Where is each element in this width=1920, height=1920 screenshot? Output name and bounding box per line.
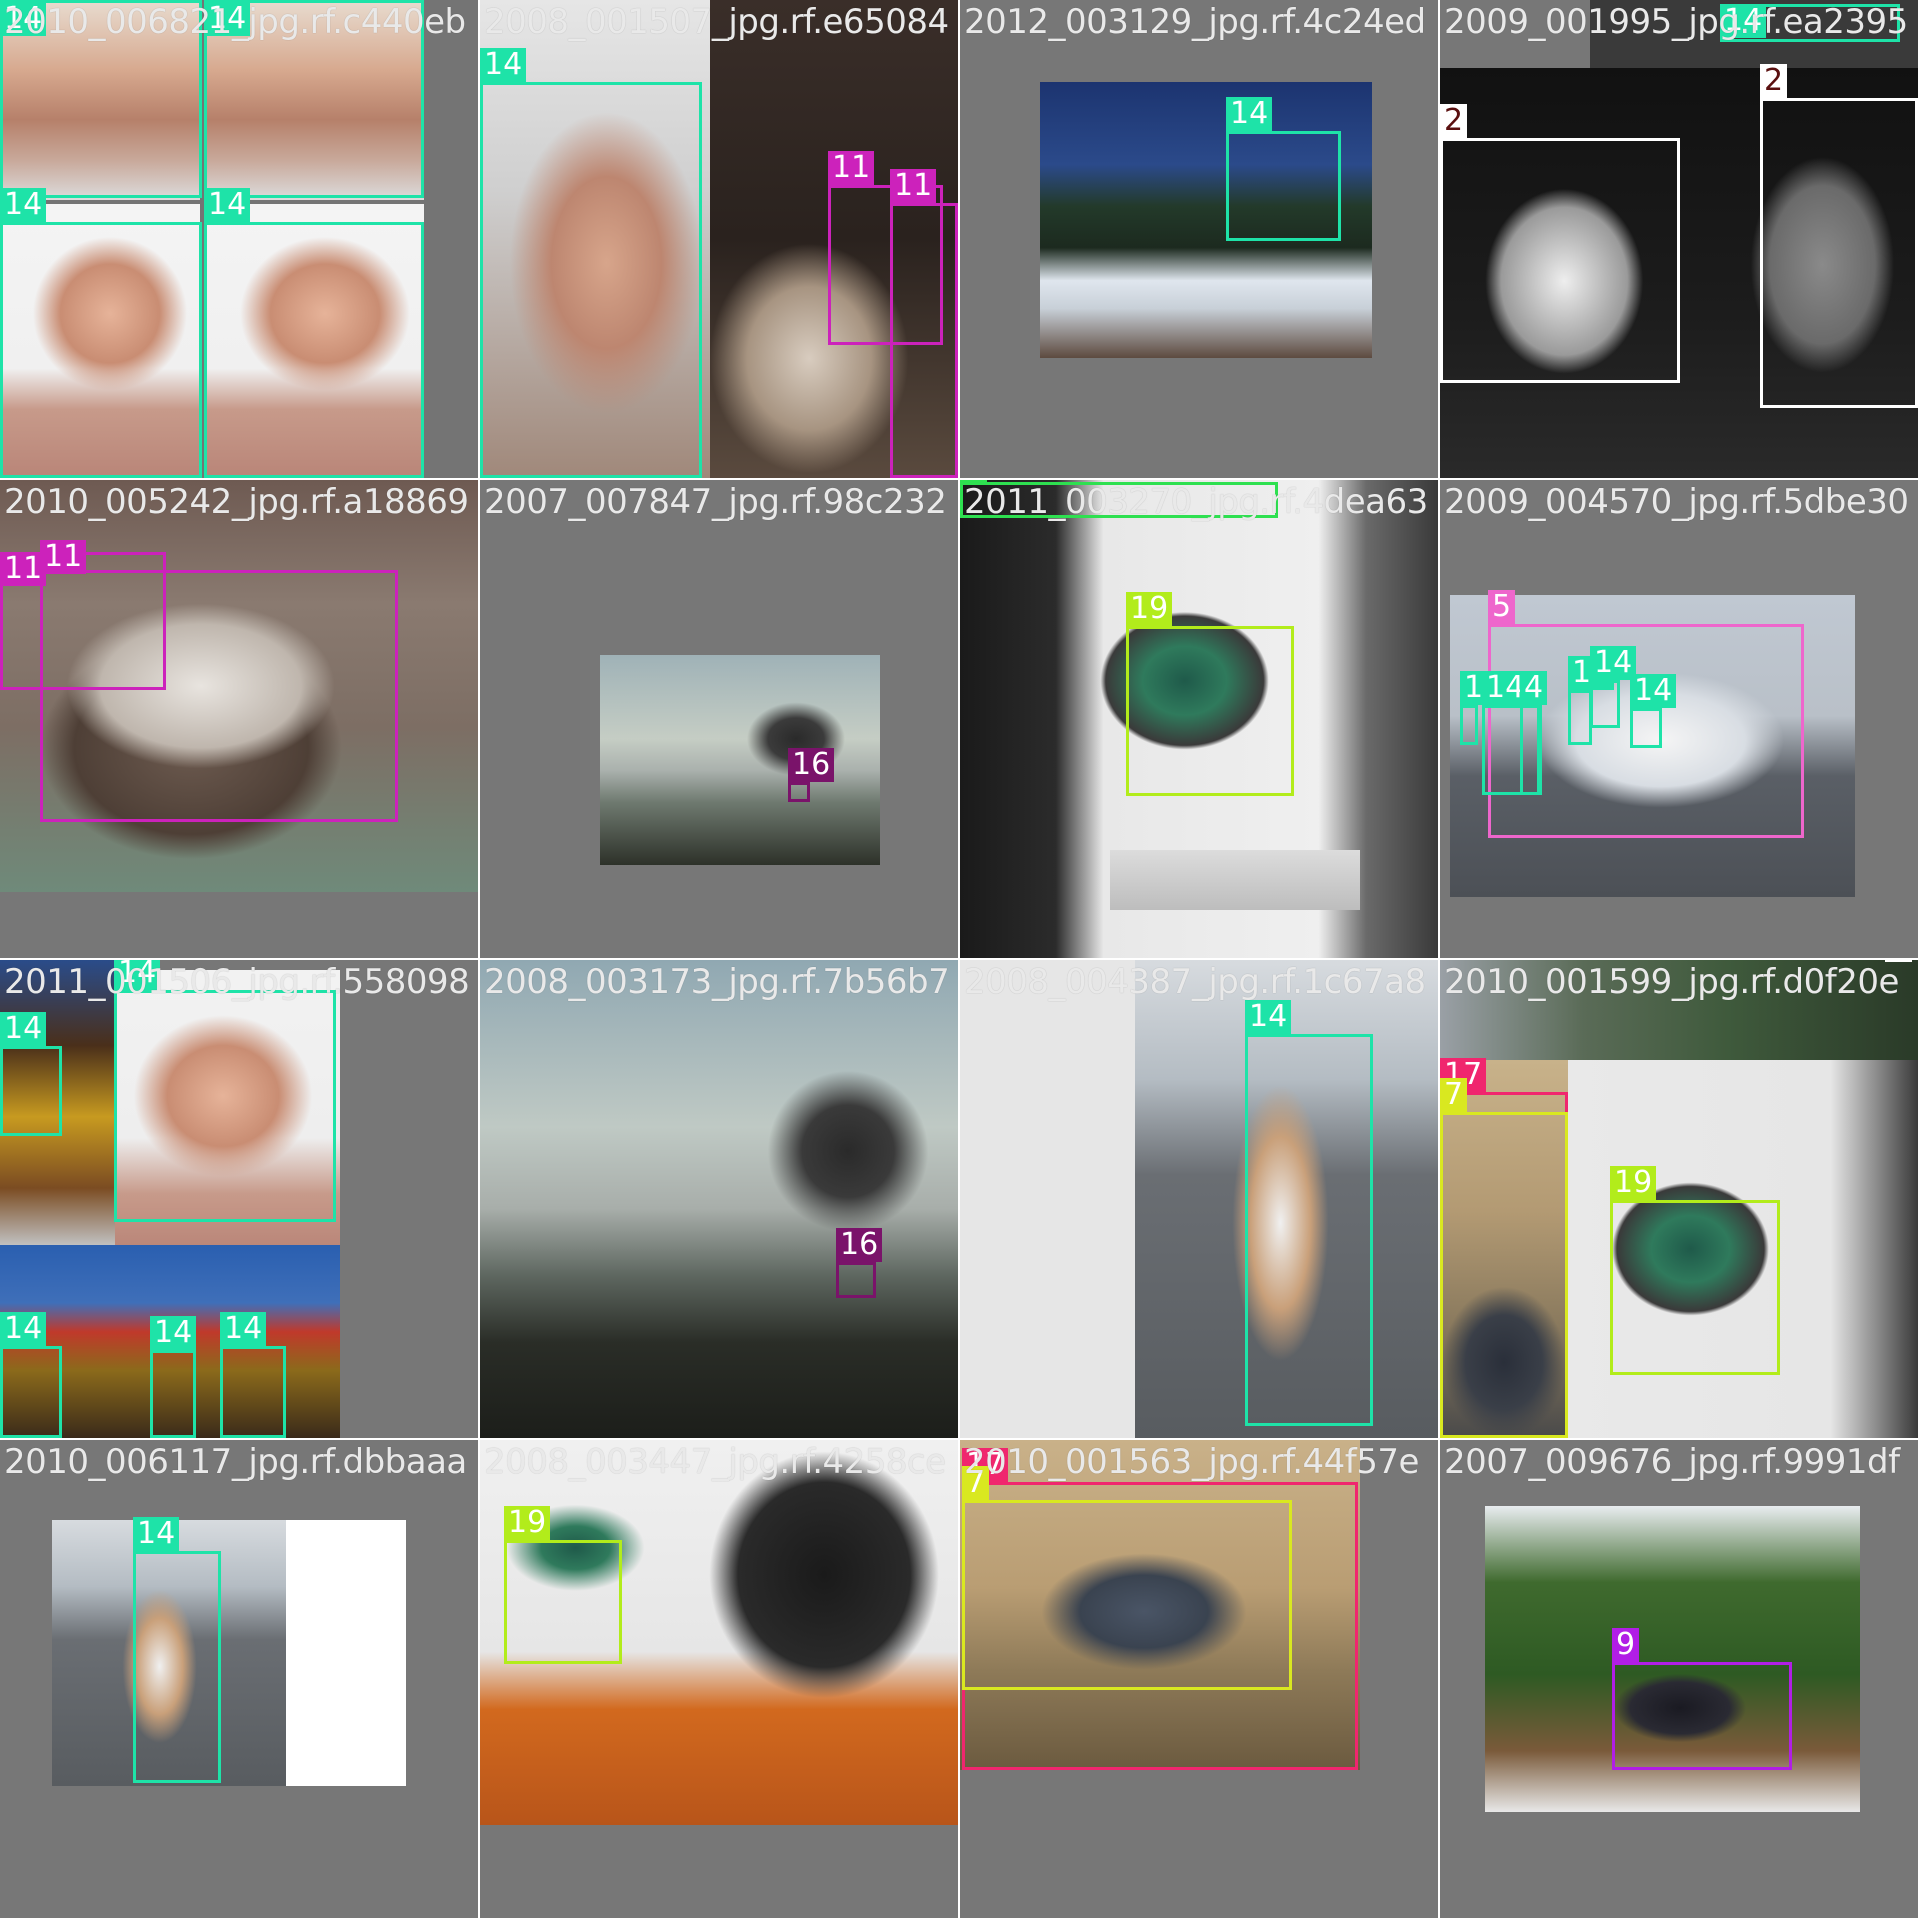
mosaic-tile: 2011_001506_jpg.rf.558098 14 14 14 14 14… <box>0 960 478 1438</box>
tile-filename: 2007_007847_jpg.rf.98c232 <box>484 482 947 522</box>
class-label: 7 <box>1440 1078 1468 1112</box>
detection-box: 19 <box>1610 1166 1780 1375</box>
detection-box: 14 <box>114 960 336 1222</box>
class-label: 14 <box>220 1312 267 1346</box>
tile-filename: 2008_003447_jpg.rf.4258ce <box>484 1442 946 1482</box>
tile-filename: 2008_004387_jpg.rf.1c67a8 <box>964 962 1426 1002</box>
detection-box: 11 <box>890 169 958 478</box>
class-label: 14 <box>0 188 47 222</box>
class-label: 14 <box>1245 1000 1292 1034</box>
mosaic-tile: 2011_003270_jpg.rf.4dea63 8 19 <box>960 480 1438 958</box>
detection-box: 14 <box>1568 656 1615 745</box>
detection-box: 14 <box>1460 671 1507 745</box>
detection-box: 9 <box>1612 1628 1792 1770</box>
detection-box: 14 <box>1630 674 1677 748</box>
class-label: 14 <box>150 1316 197 1350</box>
detection-box: 14 <box>0 1012 62 1136</box>
detection-mosaic: 2010_006821_jpg.rf.c440eb 14 14 14 14 20… <box>0 0 1920 1920</box>
tile-filename: 2012_003129_jpg.rf.4c24ed <box>964 2 1426 42</box>
tile-filename: 2010_006821_jpg.rf.c440eb <box>4 2 466 42</box>
detection-box: 14 <box>0 188 202 478</box>
class-label: 2 <box>1884 960 1912 962</box>
tile-filename: 2010_001599_jpg.rf.d0f20e <box>1444 962 1899 1002</box>
tile-filename: 2010_001563_jpg.rf.44f57e <box>964 1442 1419 1482</box>
class-label: 14 <box>480 48 527 82</box>
class-label: 14 <box>0 1312 47 1346</box>
detection-box: 14 <box>0 1312 62 1438</box>
detection-box: 2 <box>1760 64 1918 408</box>
detection-box: 19 <box>1126 592 1294 796</box>
detection-box: 14 <box>480 48 702 478</box>
mosaic-tile: 2008_001507_jpg.rf.e65084 14 11 11 <box>480 0 958 478</box>
class-label: 2 <box>1760 64 1788 98</box>
mosaic-tile: 2007_007847_jpg.rf.98c232 16 <box>480 480 958 958</box>
tile-filename: 2009_004570_jpg.rf.5dbe30 <box>1444 482 1909 522</box>
class-label: 2 <box>1440 104 1468 138</box>
mosaic-tile: 2009_001995_jpg.rf.ea2395 14 2 2 <box>1440 0 1918 478</box>
class-label: 4 <box>1520 671 1548 705</box>
class-label: 19 <box>1610 1166 1657 1200</box>
detection-box: 14 <box>1590 646 1637 728</box>
class-label: 14 <box>133 1517 180 1551</box>
class-label: 16 <box>836 1228 883 1262</box>
detection-box: 14 <box>133 1517 221 1783</box>
class-label: 14 <box>1226 97 1273 131</box>
detection-box: 16 <box>788 748 835 802</box>
class-label: 14 <box>0 1012 47 1046</box>
mosaic-tile: 2012_003129_jpg.rf.4c24ed 14 <box>960 0 1438 478</box>
mosaic-tile: 2009_004570_jpg.rf.5dbe30 5 14 14 4 14 1… <box>1440 480 1918 958</box>
class-label: 11 <box>890 169 937 203</box>
detection-box: 4 <box>1520 671 1548 795</box>
class-label: 14 <box>1630 674 1677 708</box>
detection-box: 14 <box>204 188 424 478</box>
detection-box: 19 <box>504 1506 622 1664</box>
detection-box: 2 <box>1440 104 1680 383</box>
class-label: 11 <box>828 151 875 185</box>
class-label: 9 <box>1612 1628 1640 1662</box>
class-label: 5 <box>1488 590 1516 624</box>
photo <box>600 655 880 865</box>
detection-box: 14 <box>1226 97 1341 241</box>
class-label: 14 <box>204 188 251 222</box>
mosaic-tile: 2008_004387_jpg.rf.1c67a8 14 <box>960 960 1438 1438</box>
tile-filename: 2010_006117_jpg.rf.dbbaaa <box>4 1442 467 1482</box>
tile-filename: 2009_001995_jpg.rf.ea2395 <box>1444 2 1908 42</box>
tile-filename: 2007_009676_jpg.rf.9991df <box>1444 1442 1900 1482</box>
class-label: 16 <box>788 748 835 782</box>
class-label: 19 <box>1126 592 1173 626</box>
detection-box: 7 <box>962 1466 1292 1690</box>
class-label: 11 <box>40 540 87 574</box>
mosaic-tile: 2008_003173_jpg.rf.7b56b7 16 <box>480 960 958 1438</box>
photo <box>480 960 958 1438</box>
tile-filename: 2008_001507_jpg.rf.e65084 <box>484 2 949 42</box>
detection-box: 14 <box>1245 1000 1373 1426</box>
mosaic-tile: 2010_005242_jpg.rf.a18869 11 11 <box>0 480 478 958</box>
detection-box: 7 <box>1440 1078 1568 1438</box>
mosaic-tile: 2010_001563_jpg.rf.44f57e 17 7 <box>960 1440 1438 1918</box>
tile-filename: 2008_003173_jpg.rf.7b56b7 <box>484 962 950 1002</box>
detection-box: 14 <box>220 1312 286 1438</box>
mosaic-tile: 2010_006117_jpg.rf.dbbaaa 14 <box>0 1440 478 1918</box>
mosaic-tile: 2010_001599_jpg.rf.d0f20e 2 17 7 19 <box>1440 960 1918 1438</box>
detection-box: 11 <box>40 540 398 822</box>
detection-box: 14 <box>150 1316 197 1438</box>
class-label: 19 <box>504 1506 551 1540</box>
tile-filename: 2011_001506_jpg.rf.558098 <box>4 962 470 1002</box>
tile-filename: 2010_005242_jpg.rf.a18869 <box>4 482 469 522</box>
detection-box: 16 <box>836 1228 883 1298</box>
mosaic-tile: 2010_006821_jpg.rf.c440eb 14 14 14 14 <box>0 0 478 478</box>
tile-filename: 2011_003270_jpg.rf.4dea63 <box>964 482 1428 522</box>
mosaic-tile: 2007_009676_jpg.rf.9991df 9 <box>1440 1440 1918 1918</box>
mosaic-tile: 2008_003447_jpg.rf.4258ce 19 <box>480 1440 958 1918</box>
